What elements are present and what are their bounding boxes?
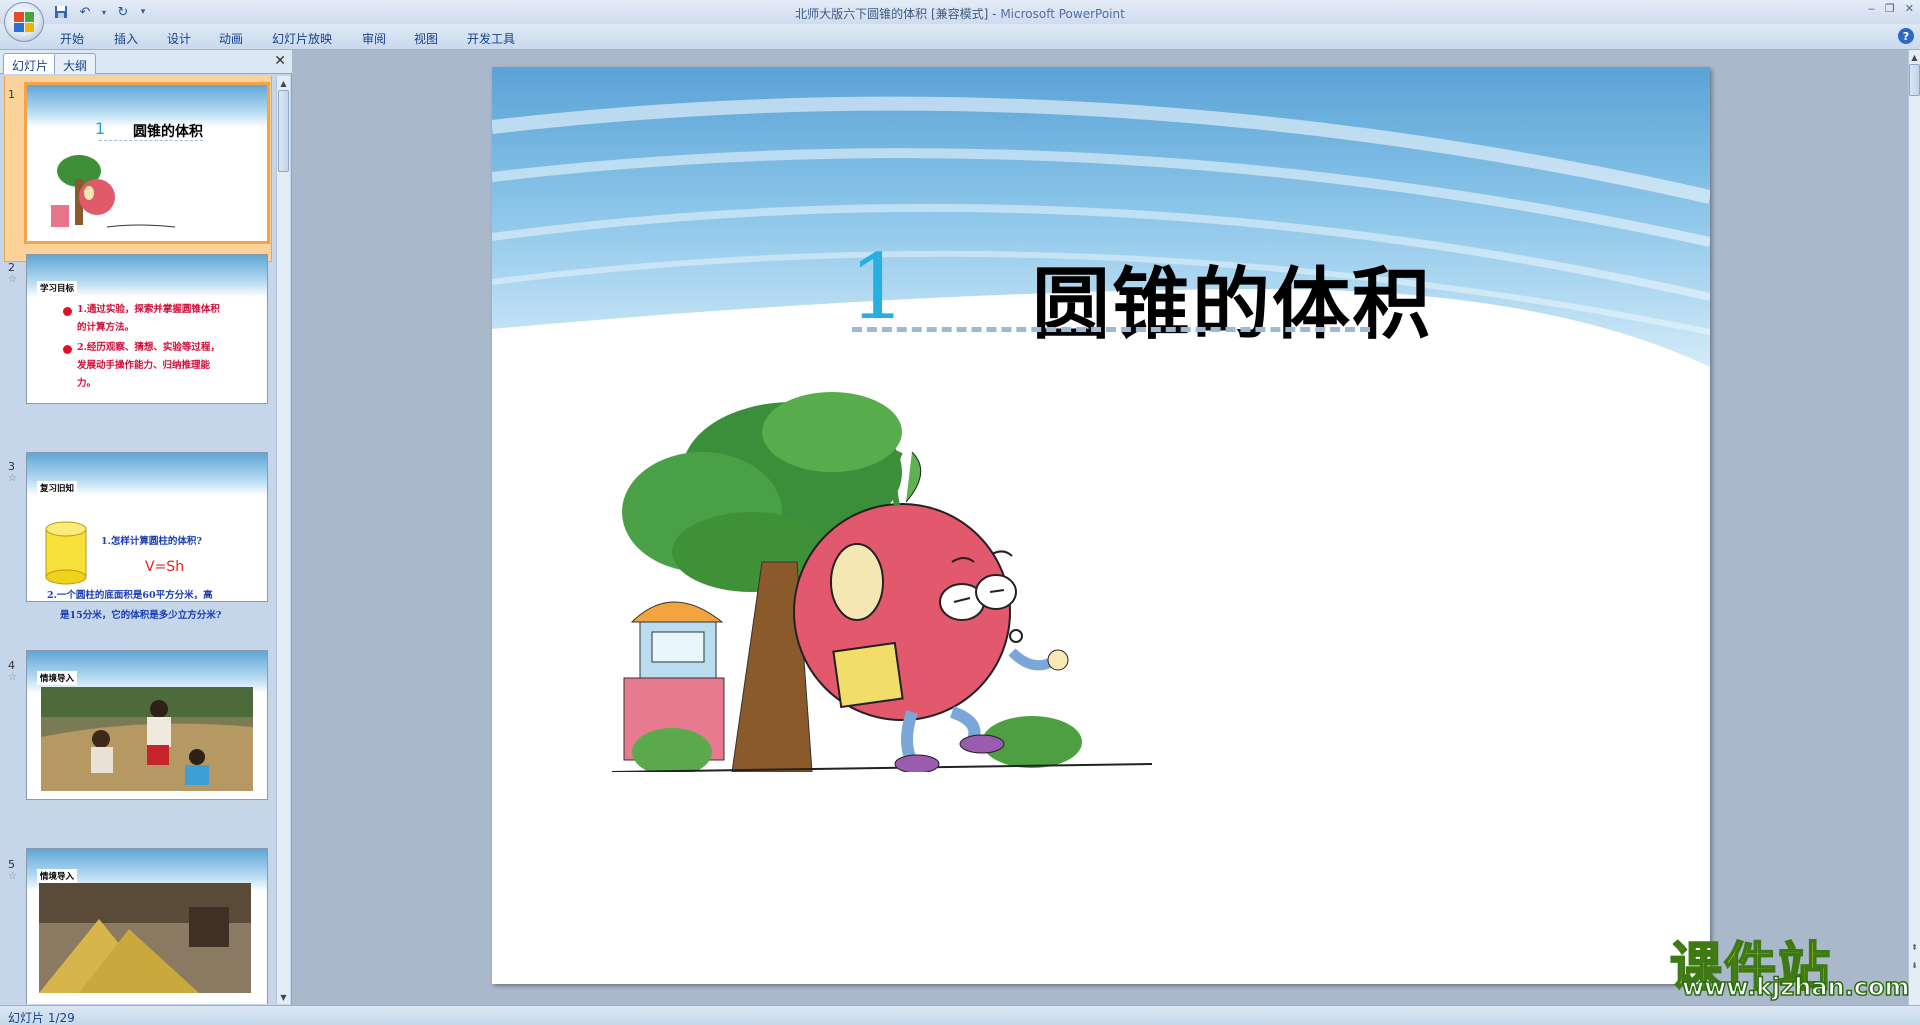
tab-home[interactable]: 开始 (60, 30, 84, 47)
scrollbar-thumb[interactable] (278, 90, 289, 172)
next-slide-icon[interactable]: ⇟ (1909, 958, 1920, 972)
thumb-title: 圆锥的体积 (133, 124, 203, 140)
cylinder-icon (45, 521, 87, 585)
thumb-question-2a: 2.一个圆柱的底面积是60平方分米，高 (47, 590, 213, 601)
prev-slide-icon[interactable]: ⇞ (1909, 940, 1920, 954)
thumb-title-number: 1 (95, 119, 106, 138)
pane-close-icon[interactable]: ✕ (274, 53, 286, 69)
thumb-label: 学习目标 (37, 281, 78, 295)
thumb-text-line: 1.通过实验，探索并掌握圆锥体积 (77, 304, 220, 315)
title-dash-line (852, 327, 1370, 332)
thumb-label: 情境导入 (37, 671, 78, 685)
thumb-question-2b: 是15分米，它的体积是多少立方分米? (60, 610, 222, 621)
thumb-question-1: 1.怎样计算圆柱的体积? (101, 536, 202, 547)
tab-animation[interactable]: 动画 (219, 30, 243, 47)
watermark-url: www.kjzhan.com (1681, 972, 1910, 1002)
current-slide[interactable]: 1 圆锥的体积 (492, 67, 1710, 984)
tab-design[interactable]: 设计 (167, 30, 191, 47)
tab-developer[interactable]: 开发工具 (467, 30, 515, 47)
thumb-number: 4 (8, 659, 15, 672)
site-watermark: 课件站 www.kjzhan.com (1669, 925, 1910, 1005)
help-icon[interactable]: ? (1898, 28, 1914, 44)
office-logo-icon (14, 12, 34, 32)
scroll-up-arrow-icon[interactable]: ▲ (1909, 50, 1920, 64)
restore-icon[interactable]: ❐ (1885, 2, 1895, 15)
close-window-icon[interactable]: ✕ (1905, 2, 1914, 15)
slide-title: 圆锥的体积 (1032, 260, 1433, 350)
status-bar: 幻灯片 1/29 (0, 1005, 1920, 1025)
grain-pile-photo (39, 883, 251, 993)
thumb-formula: V=Sh (145, 559, 185, 575)
thumb-number: 2 (8, 261, 15, 274)
pane-tabs: 幻灯片 大纲 ✕ (0, 50, 292, 74)
thumb-label: 复习旧知 (37, 481, 78, 495)
tab-view[interactable]: 视图 (414, 30, 438, 47)
thumbnail-scrollbar[interactable]: ▲ ▼ (276, 76, 290, 1004)
animation-star-icon: ☆ (8, 672, 17, 683)
thumb-text-line: 发展动手操作能力、归纳推理能 (77, 360, 211, 371)
tab-review[interactable]: 审阅 (362, 30, 386, 47)
title-separator: - (988, 7, 1001, 21)
title-bar: ↶ ▾ ↻ ▾ 北师大版六下圆锥的体积 [兼容模式] - Microsoft P… (0, 0, 1920, 42)
slide-thumbnail-4[interactable]: 情境导入 (26, 650, 268, 800)
document-title: 北师大版六下圆锥的体积 [兼容模式] (795, 7, 989, 21)
tab-slides[interactable]: 幻灯片 (3, 53, 58, 74)
slide-thumbnail-1[interactable]: 1 圆锥的体积 (24, 82, 270, 244)
thumb-text-line: 力。 (77, 378, 97, 389)
animation-star-icon: ☆ (8, 274, 17, 285)
thumb-dash-line (99, 140, 203, 141)
tab-outline[interactable]: 大纲 (54, 53, 97, 74)
thumb-label: 情境导入 (37, 869, 78, 883)
window-title: 北师大版六下圆锥的体积 [兼容模式] - Microsoft PowerPoin… (0, 5, 1920, 22)
app-name: Microsoft PowerPoint (1000, 7, 1125, 21)
animation-star-icon: ☆ (8, 871, 17, 882)
slides-pane: 幻灯片 大纲 ✕ 1 1 圆锥的体积 2 ☆ 学习目标 1.通过实验，探索并掌握… (0, 50, 292, 1005)
ribbon-tabs: 开始 插入 设计 动画 幻灯片放映 审阅 视图 开发工具 ? (0, 24, 1920, 50)
bullet-icon (63, 307, 72, 316)
minimize-icon[interactable]: ‒ (1868, 2, 1875, 15)
slide-title-number: 1 (849, 235, 907, 340)
thumb-number: 3 (8, 460, 15, 473)
window-controls: ‒ ❐ ✕ (1868, 2, 1914, 15)
apple-character-thumb-image (51, 155, 176, 228)
slide-thumbnail-5[interactable]: 情境导入 (26, 848, 268, 1004)
tab-slideshow[interactable]: 幻灯片放映 (272, 30, 332, 47)
thumb-number: 5 (8, 858, 15, 871)
scroll-down-arrow-icon[interactable]: ▼ (277, 990, 290, 1004)
office-button[interactable] (4, 2, 44, 42)
slide-thumbnail-2[interactable]: 学习目标 1.通过实验，探索并掌握圆锥体积 的计算方法。 2.经历观察、猜想、实… (26, 254, 268, 404)
tab-insert[interactable]: 插入 (114, 30, 138, 47)
bullet-icon (63, 345, 72, 354)
editor-scrollbar[interactable]: ▲ ⇞ ⇟ (1908, 50, 1920, 1005)
apple-character-illustration (612, 392, 1153, 772)
animation-star-icon: ☆ (8, 473, 17, 484)
scrollbar-thumb[interactable] (1909, 64, 1920, 96)
thumb-text-line: 的计算方法。 (77, 322, 135, 333)
scroll-up-arrow-icon[interactable]: ▲ (277, 76, 290, 90)
slide-thumbnail-3[interactable]: 复习旧知 1.怎样计算圆柱的体积? V=Sh 2.一个圆柱的底面积是60平方分米… (26, 452, 268, 602)
slide-editor-area: 1 圆锥的体积 ▲ ⇞ ⇟ (294, 50, 1920, 1005)
thumb-number: 1 (8, 88, 15, 101)
thumb-text-line: 2.经历观察、猜想、实验等过程， (77, 342, 220, 353)
children-playing-photo (41, 687, 253, 791)
thumbnail-list: 1 1 圆锥的体积 2 ☆ 学习目标 1.通过实验，探索并掌握圆锥体积 的计算方… (0, 76, 276, 1004)
slide-counter: 幻灯片 1/29 (8, 1011, 75, 1025)
